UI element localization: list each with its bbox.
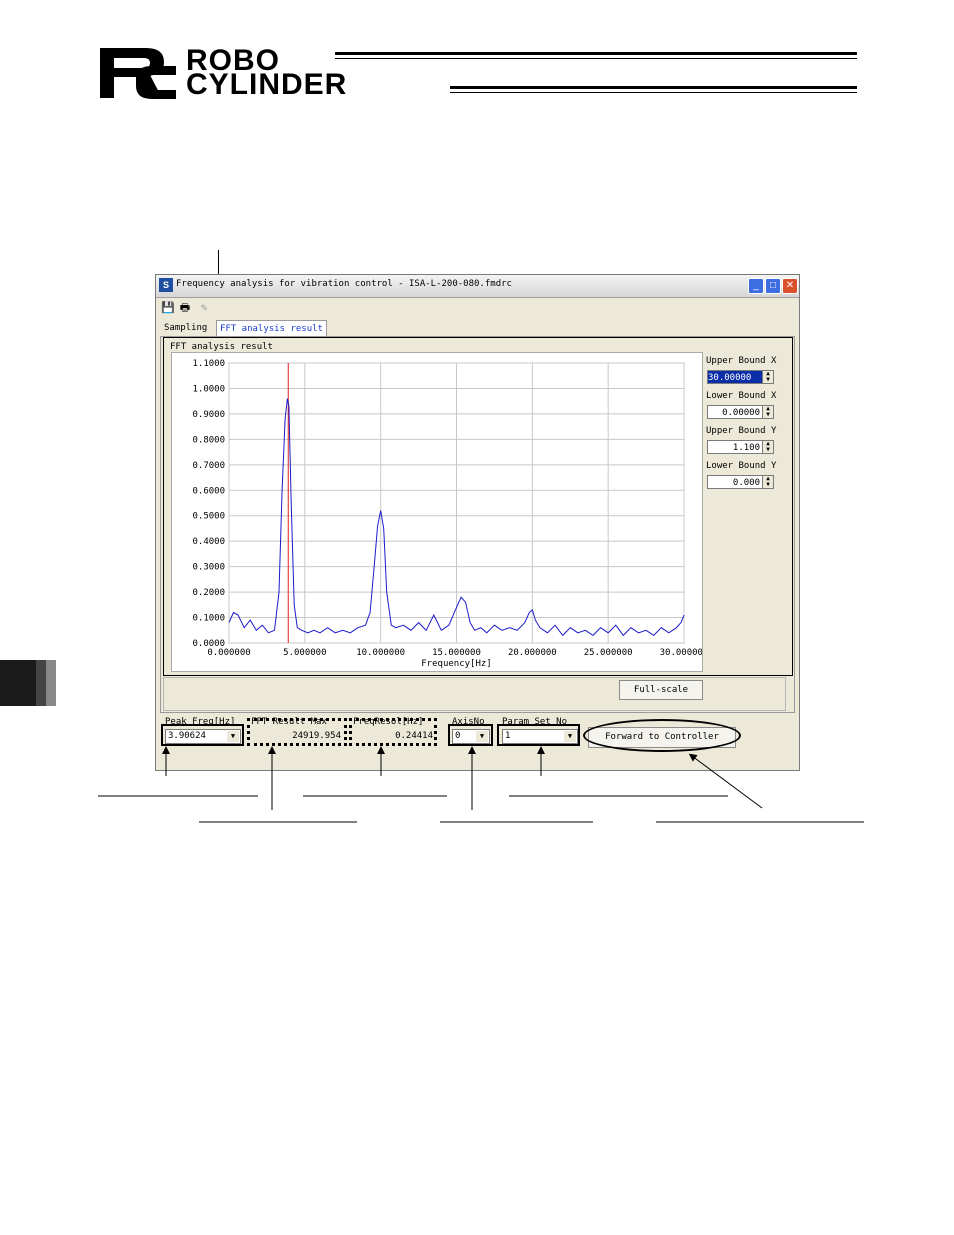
fft-chart: 0.00000.10000.20000.30000.40000.50000.60… — [192, 359, 708, 669]
fft-result-group: FFT analysis result 0.0000 0.1000 0.2000 0.… — [163, 337, 793, 676]
minimize-button[interactable]: _ — [748, 278, 764, 294]
y-tick-label: 0.4000 — [192, 537, 225, 547]
y-tick-label: 0.1000 — [192, 614, 225, 624]
upper-bound-y-input[interactable]: 1.100 — [707, 440, 763, 454]
title-bar[interactable]: S Frequency analysis for vibration contr… — [156, 275, 799, 298]
app-icon: S — [159, 278, 173, 292]
x-tick-label: 0.000000 — [207, 648, 250, 658]
y-tick-label: 1.0000 — [192, 384, 225, 394]
upper-bound-x-input[interactable]: 30.00000 — [707, 370, 763, 384]
lower-bound-x-spinner[interactable]: ▲ ▼ — [762, 405, 774, 419]
callout-arrows — [98, 746, 864, 823]
app-window: S Frequency analysis for vibration contr… — [155, 274, 800, 771]
header-rule-top-thin — [335, 58, 857, 59]
rc-logo — [100, 48, 176, 99]
header-rule-bottom-thin — [450, 92, 857, 93]
chapter-tab — [0, 660, 56, 706]
x-tick-label: 25.000000 — [584, 648, 633, 658]
y-tick-label: 0.8000 — [192, 435, 225, 445]
x-tick-label: 15.000000 — [432, 648, 481, 658]
y-tick-label: 0.6000 — [192, 486, 225, 496]
lower-bound-y-input[interactable]: 0.000 — [707, 475, 763, 489]
full-scale-button[interactable]: Full-scale — [619, 680, 703, 700]
upper-bound-y-spinner[interactable]: ▲ ▼ — [762, 440, 774, 454]
y-tick-label: 0.3000 — [192, 563, 225, 573]
x-axis-label: Frequency[Hz] — [421, 659, 491, 669]
maximize-button[interactable]: □ — [765, 278, 781, 294]
x-tick-label: 10.000000 — [356, 648, 405, 658]
lower-bound-x-label: Lower Bound X — [706, 391, 777, 401]
x-tick-label: 5.000000 — [283, 648, 326, 658]
x-tick-label: 20.000000 — [508, 648, 557, 658]
y-tick-label: 0.5000 — [192, 512, 225, 522]
header-rule-bottom — [450, 86, 857, 89]
lower-bound-y-label: Lower Bound Y — [706, 461, 777, 471]
header-rule-top — [335, 52, 857, 55]
upper-bound-x-spinner[interactable]: ▲ ▼ — [762, 370, 774, 384]
tab-sampling[interactable]: Sampling — [161, 320, 210, 336]
window-title: Frequency analysis for vibration control… — [176, 279, 512, 289]
y-tick-label: 0.9000 — [192, 410, 225, 420]
x-tick-label: 30.000000 — [660, 648, 702, 658]
upper-bound-y-label: Upper Bound Y — [706, 426, 777, 436]
close-button[interactable]: ✕ — [782, 278, 798, 294]
group-title: FFT analysis result — [170, 342, 273, 352]
y-tick-label: 0.2000 — [192, 588, 225, 598]
tab-fft-analysis-result[interactable]: FFT analysis result — [216, 320, 327, 337]
y-tick-label: 0.7000 — [192, 461, 225, 471]
pen-icon[interactable]: ✎ — [196, 300, 212, 316]
print-icon[interactable]: 🖶 — [177, 300, 193, 316]
brand-name-line2: CYLINDER — [186, 68, 348, 101]
fft-plot: 0.0000 0.1000 0.2000 0.3000 0.4000 0.5000 0.60… — [171, 352, 708, 672]
lower-bound-y-spinner[interactable]: ▲ ▼ — [762, 475, 774, 489]
save-icon[interactable]: 💾 — [160, 300, 176, 316]
y-tick-label: 1.1000 — [192, 359, 225, 369]
lower-bound-x-input[interactable]: 0.00000 — [707, 405, 763, 419]
upper-bound-x-label: Upper Bound X — [706, 356, 777, 366]
